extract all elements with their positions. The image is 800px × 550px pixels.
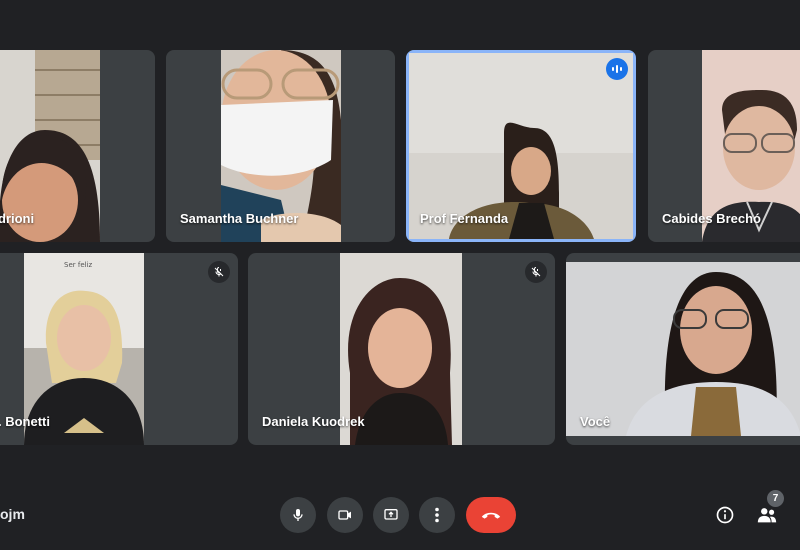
present-icon — [384, 509, 398, 520]
participant-tile-self[interactable]: Você — [566, 253, 800, 445]
info-icon — [716, 506, 734, 524]
mic-off-icon — [208, 261, 230, 283]
svg-text:Ser feliz: Ser feliz — [64, 261, 93, 269]
participant-name: Você — [580, 414, 611, 429]
mic-icon — [293, 509, 303, 521]
participant-count-badge: 7 — [767, 490, 784, 507]
camera-icon — [338, 510, 351, 520]
video-frame-image — [566, 262, 800, 436]
participant-tile[interactable]: drioni — [0, 50, 155, 242]
participant-name: Samantha Buchner — [180, 211, 299, 226]
participant-name: drioni — [0, 211, 35, 226]
participant-tile-active-speaker[interactable]: Prof Fernanda — [406, 50, 636, 242]
present-button[interactable] — [373, 497, 409, 533]
more-options-button[interactable] — [419, 497, 455, 533]
participant-tile[interactable]: Samantha Buchner — [166, 50, 395, 242]
leave-call-button[interactable] — [466, 497, 516, 533]
participant-tile[interactable]: Cabides Brechó — [648, 50, 800, 242]
participant-tile[interactable]: Daniela Kuodrek — [248, 253, 555, 445]
participant-name: Cabides Brechó — [662, 211, 761, 226]
audio-level-icon — [606, 58, 628, 80]
camera-button[interactable] — [327, 497, 363, 533]
more-vert-icon — [435, 507, 439, 523]
meeting-stage: drioni Samantha Buchner Prof Fernanda Ca… — [0, 0, 800, 550]
participant-name: . Bonetti — [0, 414, 50, 429]
meeting-details-button[interactable] — [710, 500, 740, 530]
people-icon — [757, 508, 777, 523]
mic-button[interactable] — [280, 497, 316, 533]
participant-tile[interactable]: Ser feliz . Bonetti — [0, 253, 238, 445]
people-button[interactable]: 7 — [752, 490, 784, 530]
participant-video — [566, 262, 800, 436]
meeting-code: ojm — [0, 506, 25, 522]
call-end-icon — [481, 512, 501, 519]
mic-off-icon — [525, 261, 547, 283]
participant-name: Prof Fernanda — [420, 211, 509, 226]
participant-name: Daniela Kuodrek — [262, 414, 365, 429]
control-bar: ojm 7 — [0, 478, 800, 550]
